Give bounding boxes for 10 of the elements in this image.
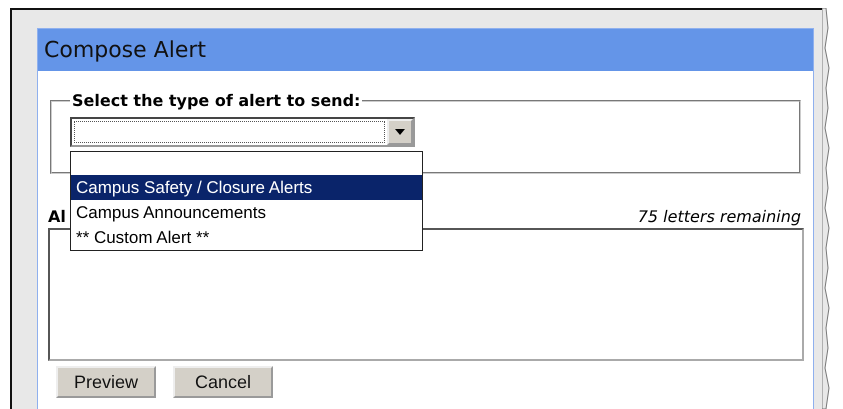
group-legend: Select the type of alert to send:	[70, 91, 362, 110]
form-button[interactable]: Preview	[56, 366, 156, 398]
panel-title: Compose Alert	[38, 29, 813, 71]
form-button[interactable]: Cancel	[173, 366, 273, 398]
dropdown-arrow-icon	[395, 129, 405, 135]
alert-type-select[interactable]	[70, 117, 415, 147]
message-field[interactable]	[48, 228, 804, 361]
dropdown-option[interactable]: Campus Safety / Closure Alerts	[71, 175, 422, 200]
message-label: Al	[48, 207, 66, 226]
letters-remaining: 75 letters remaining	[638, 207, 801, 226]
